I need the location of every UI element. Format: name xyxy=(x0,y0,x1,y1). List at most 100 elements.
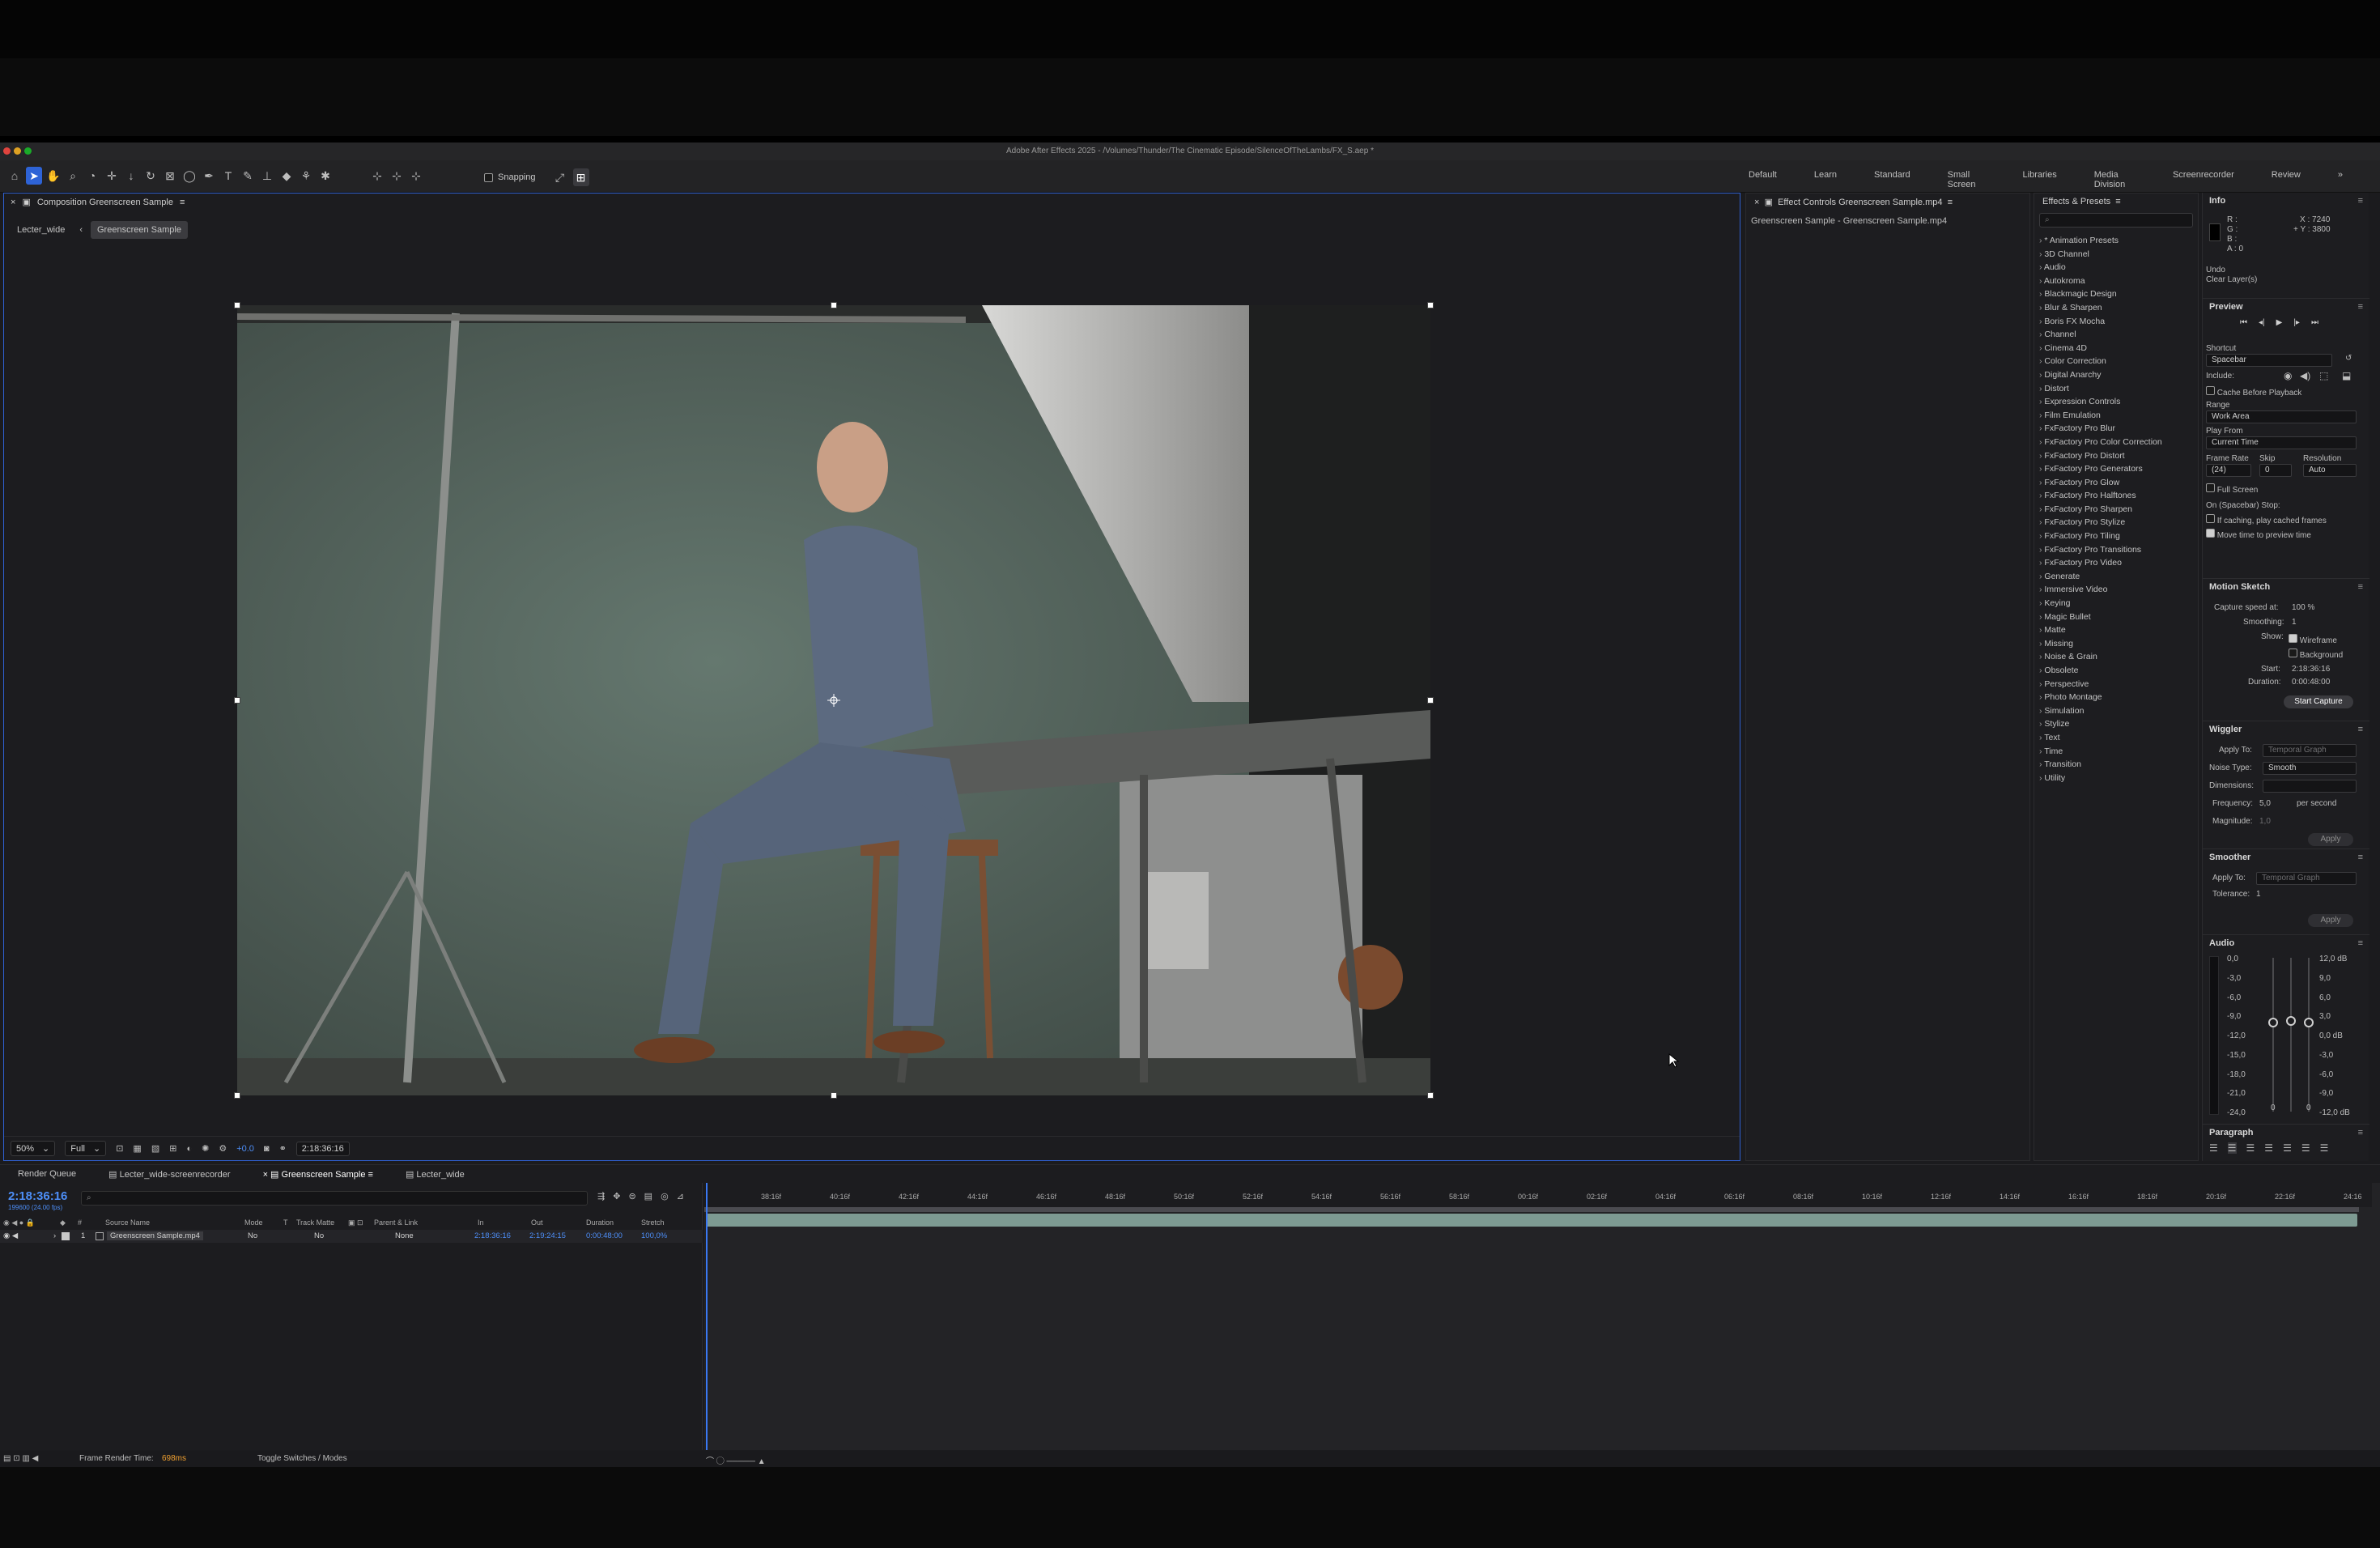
layer-row[interactable]: ◉ ◀ › 1 Greenscreen Sample.mp4 No No Non… xyxy=(0,1230,703,1243)
panel-close-icon[interactable]: × xyxy=(11,198,15,207)
eraser-tool-icon[interactable]: ◆ xyxy=(278,167,295,185)
work-area-bar[interactable] xyxy=(704,1207,2359,1212)
layer-label-color[interactable] xyxy=(62,1232,70,1240)
selection-tool-icon[interactable]: ➤ xyxy=(26,167,42,185)
effect-category[interactable]: Blur & Sharpen xyxy=(2039,301,2193,315)
effect-category[interactable]: Utility xyxy=(2039,772,2193,785)
wireframe-option[interactable]: Wireframe xyxy=(2289,634,2337,645)
effect-category[interactable]: Color Correction xyxy=(2039,355,2193,368)
frame-blending-icon[interactable]: ▤ xyxy=(644,1191,652,1201)
effect-category[interactable]: Transition xyxy=(2039,758,2193,772)
breadcrumb-lecter-wide[interactable]: Lecter_wide xyxy=(11,221,71,239)
anchor-point-icon[interactable] xyxy=(827,694,840,707)
workspace-libraries[interactable]: Libraries xyxy=(2023,170,2057,189)
col-parent[interactable]: Parent & Link xyxy=(374,1218,418,1227)
hand-tool-icon[interactable]: ✋ xyxy=(45,167,62,185)
timeline-search-input[interactable]: ⌕ xyxy=(81,1191,588,1206)
draft-3d-icon[interactable]: ✥ xyxy=(613,1191,620,1201)
pan-behind-tool-icon[interactable]: ⊠ xyxy=(162,167,178,185)
full-screen-checkbox[interactable] xyxy=(2206,483,2215,492)
transform-handle-bl[interactable] xyxy=(234,1092,240,1099)
effect-category[interactable]: FxFactory Pro Sharpen xyxy=(2039,503,2193,517)
audio-right-value[interactable]: 0 xyxy=(2306,1104,2311,1112)
breadcrumb-greenscreen-sample[interactable]: Greenscreen Sample xyxy=(91,221,188,239)
layer-expand-icon[interactable]: › xyxy=(53,1231,56,1240)
frame-rate-dropdown[interactable]: (24) xyxy=(2206,464,2251,477)
move-time[interactable]: Move time to preview time xyxy=(2206,529,2311,540)
zoom-tool-icon[interactable]: ⌕ xyxy=(65,167,81,185)
next-frame-icon[interactable]: |▸ xyxy=(2293,318,2300,327)
timeline-current-time[interactable]: 2:18:36:16 xyxy=(8,1189,67,1203)
workspace-screenrecorder[interactable]: Screenrecorder xyxy=(2173,170,2234,189)
mask-visibility-icon[interactable]: ▧ xyxy=(151,1143,159,1154)
smoother-apply-to-dropdown[interactable]: Temporal Graph xyxy=(2256,872,2357,885)
snapping-checkbox[interactable] xyxy=(484,172,493,182)
full-screen[interactable]: Full Screen xyxy=(2206,483,2258,495)
workspace-default[interactable]: Default xyxy=(1749,170,1777,189)
smoothing-value[interactable]: 1 xyxy=(2292,618,2297,627)
col-duration[interactable]: Duration xyxy=(586,1218,614,1227)
tab-lecter-wide[interactable]: ▤ Lecter_wide xyxy=(406,1169,465,1180)
effect-category[interactable]: Matte xyxy=(2039,623,2193,637)
smoother-apply-button[interactable]: Apply xyxy=(2308,914,2353,927)
minimize-window-button[interactable] xyxy=(14,147,21,155)
col-source-name[interactable]: Source Name xyxy=(105,1218,150,1227)
effect-category[interactable]: FxFactory Pro Halftones xyxy=(2039,489,2193,503)
close-window-button[interactable] xyxy=(3,147,11,155)
background-checkbox[interactable] xyxy=(2289,649,2297,657)
orbit-tool-icon[interactable]: ◔ xyxy=(84,167,100,185)
effect-category[interactable]: Missing xyxy=(2039,637,2193,651)
audio-slider-knob-1[interactable] xyxy=(2268,1018,2278,1027)
snapshot-camera-icon[interactable]: ◙ xyxy=(264,1144,270,1154)
skip-dropdown[interactable]: 0 xyxy=(2259,464,2292,477)
effect-category[interactable]: * Animation Presets xyxy=(2039,234,2193,248)
layer-duration-bar[interactable] xyxy=(706,1214,2357,1227)
effect-category[interactable]: Digital Anarchy xyxy=(2039,368,2193,382)
composition-viewer[interactable] xyxy=(237,305,1430,1095)
brush-tool-icon[interactable]: ✎ xyxy=(240,167,256,185)
workspace-media-division[interactable]: Media Division xyxy=(2094,170,2136,189)
time-ruler[interactable]: 38:16f 40:16f 42:16f 44:16f 46:16f 48:16f 50:1… xyxy=(704,1183,2372,1207)
snap-options-icon[interactable]: ⤢ xyxy=(552,168,568,186)
effect-category[interactable]: Stylize xyxy=(2039,717,2193,731)
align-right-icon[interactable]: ☰ xyxy=(2246,1142,2255,1154)
snapping-toggle[interactable]: Snapping ⤢ ⊞ xyxy=(484,168,589,186)
col-stretch[interactable]: Stretch xyxy=(641,1218,665,1227)
resolution-dropdown[interactable]: Full ⌄ xyxy=(65,1141,107,1156)
transform-handle-br[interactable] xyxy=(1427,1092,1434,1099)
graph-editor-icon[interactable]: ⊿ xyxy=(677,1191,684,1201)
shortcut-dropdown[interactable]: Spacebar xyxy=(2206,354,2332,367)
col-t[interactable]: T xyxy=(283,1218,288,1227)
previous-frame-icon[interactable]: ◂| xyxy=(2259,318,2265,327)
pan-tool-icon[interactable]: ✛ xyxy=(104,167,120,185)
effect-category[interactable]: Autokroma xyxy=(2039,274,2193,288)
range-dropdown[interactable]: Work Area xyxy=(2206,410,2357,423)
shy-layers-icon[interactable]: ⊜ xyxy=(628,1191,635,1201)
clone-stamp-tool-icon[interactable]: ⊥ xyxy=(259,167,275,185)
layer-parent[interactable]: None xyxy=(395,1231,414,1240)
effect-category[interactable]: Channel xyxy=(2039,328,2193,342)
panel-menu-icon[interactable]: ≡ xyxy=(2358,1128,2363,1138)
effect-category[interactable]: Magic Bullet xyxy=(2039,610,2193,624)
puppet-tool-icon[interactable]: ✱ xyxy=(317,167,334,185)
noise-type-dropdown[interactable]: Smooth xyxy=(2263,762,2357,775)
current-time-field[interactable]: 2:18:36:16 xyxy=(295,1141,350,1156)
include-overlays-icon[interactable]: ⬚ xyxy=(2319,370,2328,381)
panel-menu-icon[interactable]: ≡ xyxy=(2358,725,2363,734)
exposure-value[interactable]: +0.0 xyxy=(236,1144,254,1154)
grid-guides-icon[interactable]: ⊞ xyxy=(169,1143,176,1154)
justify-left-icon[interactable]: ☰ xyxy=(2264,1142,2273,1154)
snap-target-icon[interactable]: ⊞ xyxy=(572,168,589,186)
panel-menu-icon[interactable]: ≡ xyxy=(2115,197,2120,206)
include-layer-controls-icon[interactable]: ⬓ xyxy=(2342,370,2351,381)
panel-menu-icon[interactable]: ≡ xyxy=(2358,582,2363,592)
layer-mode[interactable]: No xyxy=(248,1231,257,1240)
region-of-interest-icon[interactable]: ⊡ xyxy=(116,1143,123,1154)
resolution-dropdown[interactable]: Auto xyxy=(2303,464,2357,477)
workspace-learn[interactable]: Learn xyxy=(1814,170,1837,189)
workspace-overflow-icon[interactable]: » xyxy=(2338,170,2343,189)
rotate-tool-icon[interactable]: ↻ xyxy=(142,167,159,185)
zoom-slider[interactable]: ⌒ ◯ ───── ▲ xyxy=(706,1454,766,1466)
col-track-matte[interactable]: Track Matte xyxy=(296,1218,334,1227)
effect-category[interactable]: FxFactory Pro Distort xyxy=(2039,449,2193,463)
